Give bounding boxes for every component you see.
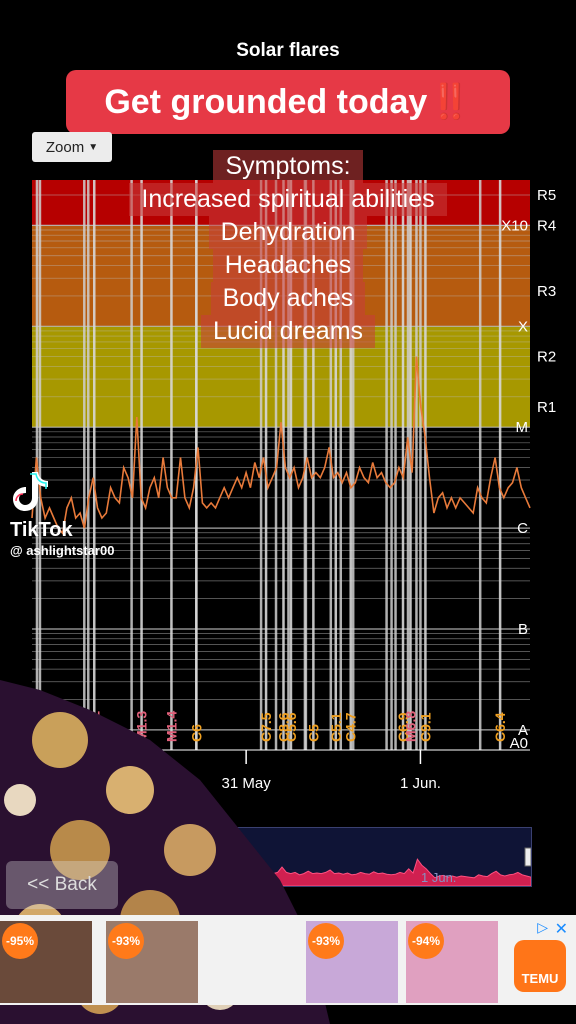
y-class-label: C <box>517 520 528 537</box>
overview-x-label: 1 Jun. <box>421 870 456 885</box>
ad-product[interactable]: -93% <box>106 921 198 1003</box>
y-class-label: B <box>518 621 528 638</box>
flare-label: C4.7 <box>343 712 359 742</box>
ad-info-icon[interactable]: ▷ <box>537 919 548 936</box>
r-scale-label: R2 <box>537 349 556 366</box>
back-button[interactable]: << Back <box>6 861 118 909</box>
r-scale-label: R1 <box>537 399 556 416</box>
ad-product[interactable]: -95% <box>0 921 92 1003</box>
symptoms-overlay: Symptoms: Increased spiritual abilities De… <box>0 150 576 348</box>
symptom-item: Headaches <box>212 249 364 282</box>
ad-product[interactable]: -93% <box>306 921 398 1003</box>
ad-discount-badge: -95% <box>2 923 38 959</box>
ad-discount-badge: -93% <box>308 923 344 959</box>
tiktok-logo-icon <box>13 472 48 511</box>
flare-label: M6.8 <box>402 711 418 742</box>
banner-emoji: ‼️ <box>429 83 472 121</box>
symptom-item: Increased spiritual abilities <box>129 183 447 216</box>
symptom-item: Lucid dreams <box>200 315 376 348</box>
ad-discount-badge: -93% <box>108 923 144 959</box>
y-class-label: A0 <box>510 735 528 752</box>
y-class-label: M <box>516 419 529 436</box>
flare-label: C6.4 <box>492 712 508 742</box>
symptoms-heading: Symptoms: <box>213 150 363 183</box>
flare-label: C9.1 <box>417 712 433 742</box>
tiktok-watermark: TikTok @ ashlightstar00 <box>10 470 114 558</box>
symptom-item: Body aches <box>210 282 366 315</box>
overview-drag-handle[interactable] <box>524 847 532 867</box>
close-icon[interactable]: ✕ <box>555 919 568 939</box>
tiktok-app-name: TikTok <box>10 519 73 541</box>
ad-banner[interactable]: -95% -93% -93% -94% ▷ ✕ TEMU <box>0 915 576 1005</box>
x-tick-label: 1 Jun. <box>400 775 441 792</box>
temu-logo[interactable]: TEMU <box>514 940 566 992</box>
ad-discount-badge: -94% <box>408 923 444 959</box>
overlay-banner: Get grounded today ‼️ <box>66 70 510 134</box>
chart-title: Solar flares <box>236 40 340 61</box>
tiktok-username: @ ashlightstar00 <box>10 543 115 558</box>
banner-text: Get grounded today <box>104 82 428 121</box>
symptom-item: Dehydration <box>208 216 368 249</box>
ad-product[interactable]: -94% <box>406 921 498 1003</box>
flare-label: C5.1 <box>328 712 344 742</box>
